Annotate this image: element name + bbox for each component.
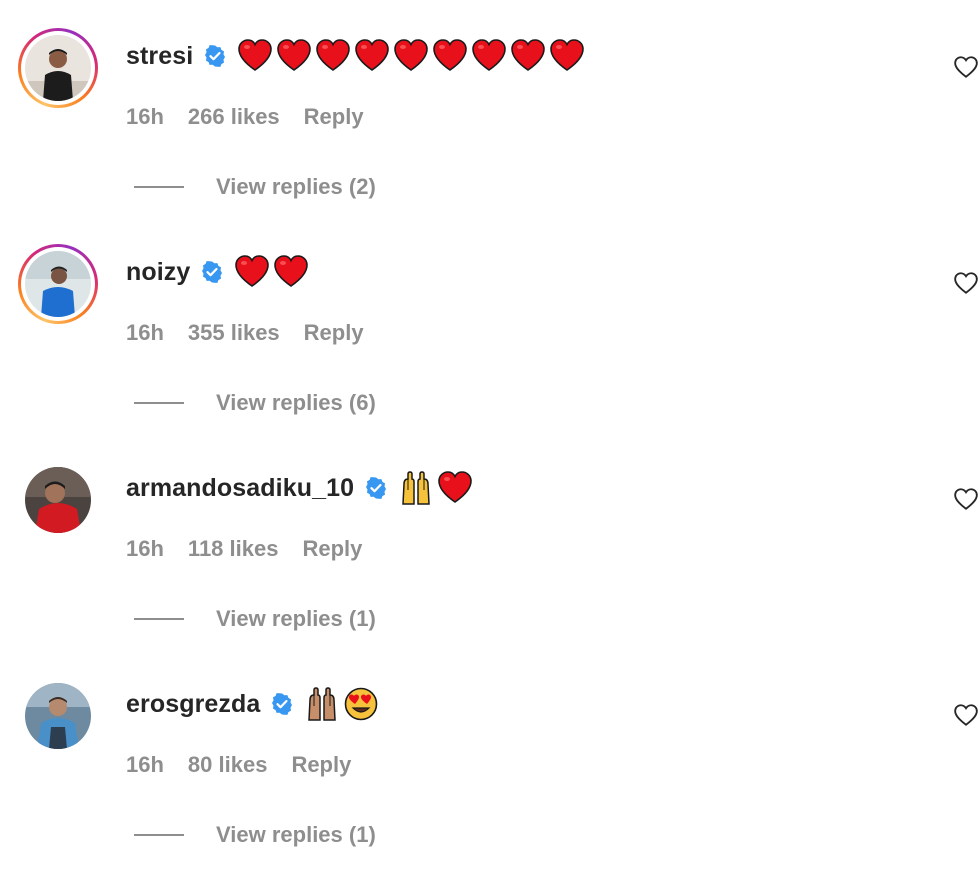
like-button[interactable]	[952, 485, 980, 513]
avatar-story-ring[interactable]	[18, 244, 98, 324]
view-replies-button[interactable]: View replies (2)	[134, 174, 376, 200]
comment-meta: 16h 266 likes Reply	[126, 104, 388, 130]
avatar-story-ring[interactable]	[18, 28, 98, 108]
comment-item: stresi 16h 266 likes Reply View replies …	[0, 0, 980, 216]
verified-badge-icon	[272, 693, 293, 715]
comment-emojis	[237, 38, 585, 74]
username[interactable]: stresi	[126, 42, 193, 71]
comment-emojis	[304, 686, 379, 722]
reply-button[interactable]: Reply	[302, 536, 362, 562]
avatar	[25, 35, 91, 101]
comment-time[interactable]: 16h	[126, 104, 164, 130]
heart-outline-icon	[954, 56, 978, 78]
reply-button[interactable]: Reply	[304, 104, 364, 130]
verified-badge-icon	[366, 477, 387, 499]
heart-outline-icon	[954, 704, 978, 726]
comment-meta: 16h 80 likes Reply	[126, 752, 375, 778]
red-heart-emoji-icon	[394, 39, 429, 71]
likes-count[interactable]: 355 likes	[188, 320, 280, 346]
heart-outline-icon	[954, 488, 978, 510]
like-button[interactable]	[952, 701, 980, 729]
comment-meta: 16h 355 likes Reply	[126, 320, 388, 346]
red-heart-emoji-icon	[274, 255, 309, 287]
avatar	[25, 251, 91, 317]
red-heart-emoji-icon	[472, 39, 507, 71]
like-button[interactable]	[952, 269, 980, 297]
username[interactable]: armandosadiku_10	[126, 474, 354, 503]
comment-header: noizy	[126, 252, 309, 292]
verified-badge-icon	[205, 45, 226, 67]
comment-time[interactable]: 16h	[126, 752, 164, 778]
comment-header: erosgrezda	[126, 684, 379, 724]
replies-divider	[134, 834, 184, 836]
likes-count[interactable]: 80 likes	[188, 752, 268, 778]
view-replies-label: View replies (2)	[216, 174, 376, 199]
comment-item: armandosadiku_10 16h 118 likes Reply Vie…	[0, 432, 980, 648]
raising-hands-emoji-icon	[402, 471, 430, 505]
view-replies-label: View replies (6)	[216, 390, 376, 415]
view-replies-label: View replies (1)	[216, 606, 376, 631]
view-replies-button[interactable]: View replies (1)	[134, 822, 376, 848]
view-replies-label: View replies (1)	[216, 822, 376, 847]
comment-time[interactable]: 16h	[126, 320, 164, 346]
replies-divider	[134, 402, 184, 404]
likes-count[interactable]: 118 likes	[188, 536, 279, 562]
comment-item: erosgrezda 16h 80 likes Reply View repli…	[0, 648, 980, 864]
heart-eyes-emoji-icon	[345, 687, 378, 721]
heart-outline-icon	[954, 272, 978, 294]
likes-count[interactable]: 266 likes	[188, 104, 280, 130]
reply-button[interactable]: Reply	[304, 320, 364, 346]
replies-divider	[134, 186, 184, 188]
comment-header: armandosadiku_10	[126, 468, 473, 508]
red-heart-emoji-icon	[550, 39, 585, 71]
red-heart-emoji-icon	[433, 39, 468, 71]
avatar-wrapper[interactable]	[18, 460, 98, 540]
comment-time[interactable]: 16h	[126, 536, 164, 562]
red-heart-emoji-icon	[277, 39, 312, 71]
red-heart-emoji-icon	[316, 39, 351, 71]
avatar	[25, 683, 91, 749]
raising-hands-emoji-icon	[308, 687, 337, 721]
red-heart-emoji-icon	[355, 39, 390, 71]
avatar	[25, 467, 91, 533]
avatar-wrapper[interactable]	[18, 676, 98, 756]
red-heart-emoji-icon	[238, 39, 273, 71]
comment-emojis	[398, 470, 473, 506]
view-replies-button[interactable]: View replies (1)	[134, 606, 376, 632]
username[interactable]: noizy	[126, 258, 190, 287]
comment-header: stresi	[126, 36, 585, 76]
red-heart-emoji-icon	[511, 39, 546, 71]
replies-divider	[134, 618, 184, 620]
verified-badge-icon	[202, 261, 223, 283]
username[interactable]: erosgrezda	[126, 690, 260, 719]
red-heart-emoji-icon	[235, 255, 270, 287]
comment-emojis	[234, 254, 309, 290]
comment-meta: 16h 118 likes Reply	[126, 536, 386, 562]
view-replies-button[interactable]: View replies (6)	[134, 390, 376, 416]
reply-button[interactable]: Reply	[291, 752, 351, 778]
comment-item: noizy 16h 355 likes Reply View replies (…	[0, 216, 980, 432]
red-heart-emoji-icon	[438, 471, 472, 503]
like-button[interactable]	[952, 53, 980, 81]
